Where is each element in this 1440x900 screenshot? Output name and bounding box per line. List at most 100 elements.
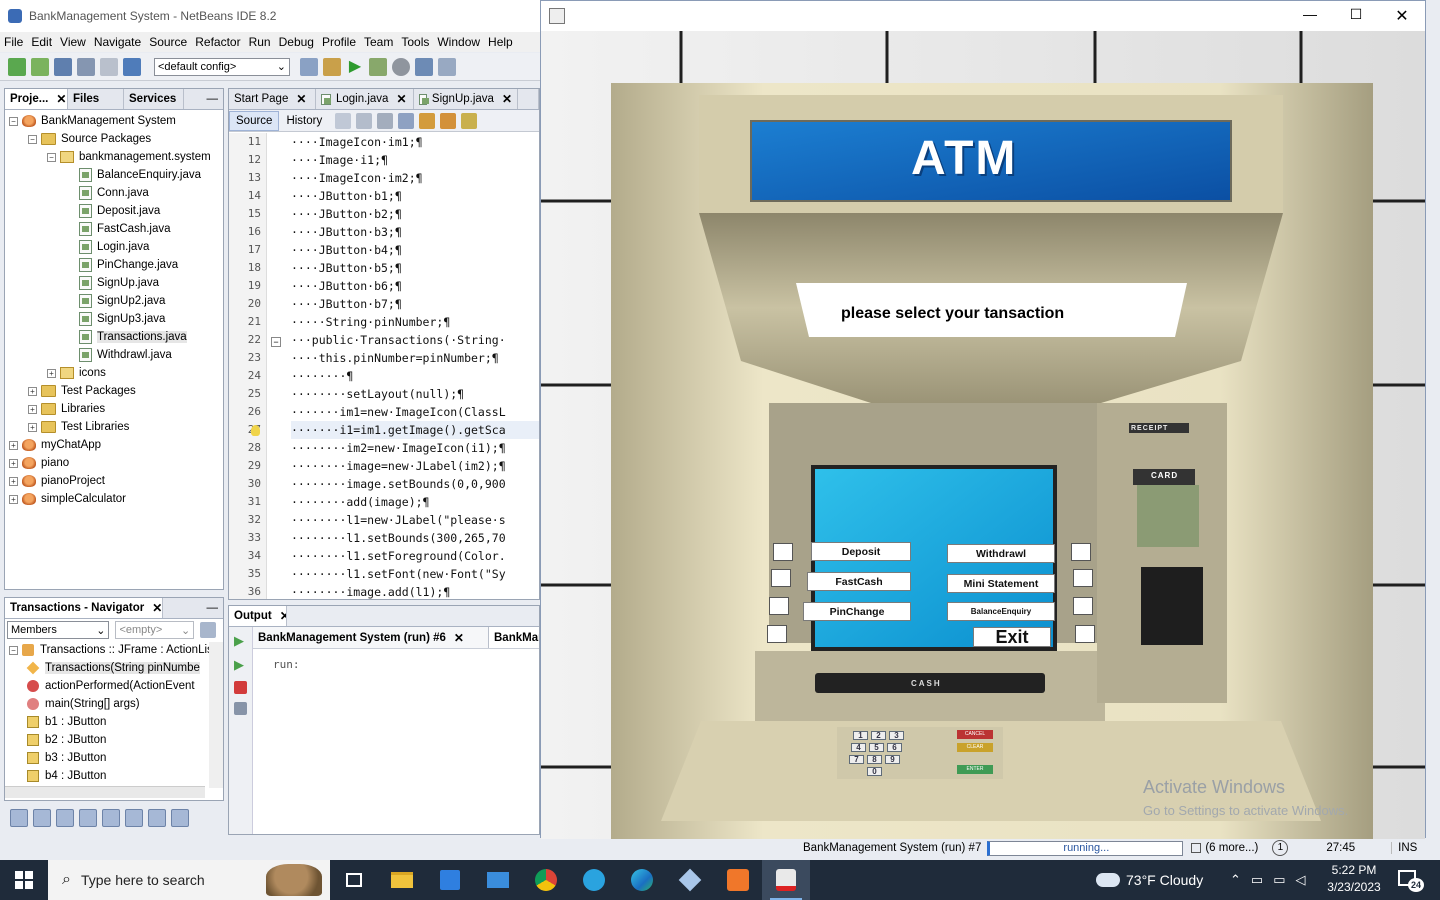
fold-icon[interactable]: − (271, 337, 281, 347)
close-icon[interactable]: ✕ (56, 92, 66, 106)
collapse-icon[interactable]: − (28, 134, 37, 144)
navigator-item[interactable]: b3 : JButton (5, 749, 223, 767)
expand-icon[interactable]: + (9, 476, 18, 486)
expand-icon[interactable]: + (47, 368, 56, 378)
withdrawl-button[interactable]: Withdrawl (947, 544, 1055, 563)
close-icon[interactable]: ✕ (396, 92, 406, 106)
project-tree-item[interactable]: SignUp.java (5, 274, 223, 292)
project-tree-item[interactable]: + icons (5, 364, 223, 382)
navigator-options-icon[interactable] (200, 622, 216, 638)
code-line[interactable]: ····this.pinNumber=pinNumber;¶ (291, 349, 539, 367)
start-button[interactable] (0, 860, 48, 900)
expand-icon[interactable]: + (9, 458, 18, 468)
task-progress[interactable]: running... (987, 840, 1184, 856)
source-button[interactable]: Source (229, 110, 280, 131)
expand-icon[interactable]: + (9, 440, 18, 450)
sort-name-icon[interactable] (148, 809, 166, 827)
project-tree-item[interactable]: BalanceEnquiry.java (5, 166, 223, 184)
network-icon[interactable]: ▭ (1251, 872, 1263, 888)
project-tree-item[interactable]: Conn.java (5, 184, 223, 202)
expand-icon[interactable]: + (9, 494, 18, 504)
project-tree-item[interactable]: SignUp3.java (5, 310, 223, 328)
code-line[interactable]: ····JButton·b3;¶ (291, 223, 539, 241)
search-icon[interactable] (398, 112, 415, 129)
tab-start-page[interactable]: Start Page ✕ (229, 89, 316, 109)
menu-run[interactable]: Run (249, 35, 271, 49)
code-line[interactable]: ········image.setBounds(0,0,900 (291, 475, 539, 493)
tab-overflow[interactable] (518, 89, 539, 109)
close-icon[interactable]: ✕ (152, 601, 162, 615)
tab-signup-java[interactable]: SignUp.java ✕ (414, 89, 518, 109)
file-explorer-icon[interactable] (378, 860, 426, 900)
code-line[interactable]: ····ImageIcon·im2;¶ (291, 169, 539, 187)
tab-output[interactable]: Output ✕ (229, 606, 287, 626)
last-edit-icon[interactable] (377, 112, 394, 129)
cancel-task-icon[interactable] (1191, 843, 1202, 853)
project-tree-item[interactable]: − Source Packages (5, 130, 223, 148)
memory-icon[interactable] (415, 57, 433, 76)
navigator-item[interactable]: − Transactions :: JFrame : ActionLis (5, 641, 223, 659)
virtualbox-icon[interactable] (666, 860, 714, 900)
menu-tools[interactable]: Tools (401, 35, 429, 49)
project-tree-item[interactable]: − BankManagement System (5, 112, 223, 130)
minimize-icon[interactable]: — (184, 89, 223, 109)
code-line[interactable]: ·····String·pinNumber;¶ (291, 313, 539, 331)
project-tree-item[interactable]: SignUp2.java (5, 292, 223, 310)
project-tree-item[interactable]: + simpleCalculator (5, 490, 223, 508)
code-line[interactable]: ···public·Transactions(·String· (291, 331, 539, 349)
tab-navigator[interactable]: Transactions - Navigator ✕ (5, 598, 163, 618)
find-prev-icon[interactable] (419, 112, 436, 129)
code-line[interactable]: ········l1=new·JLabel("please·s (291, 511, 539, 529)
code-line[interactable]: ········¶ (291, 367, 539, 385)
run-icon[interactable]: ▶ (346, 58, 364, 76)
project-tree-item[interactable]: + piano (5, 454, 223, 472)
menu-file[interactable]: File (4, 35, 23, 49)
pinchange-button[interactable]: PinChange (803, 602, 911, 621)
menu-window[interactable]: Window (437, 35, 480, 49)
debug-icon[interactable] (369, 57, 387, 76)
forward-icon[interactable] (356, 112, 373, 129)
toggle-highlight-icon[interactable] (461, 112, 478, 129)
inner-classes-icon[interactable] (102, 809, 120, 827)
code-line[interactable]: ·······im1=new·ImageIcon(ClassL (291, 403, 539, 421)
code-line[interactable]: ····ImageIcon·im1;¶ (291, 133, 539, 151)
fqn-icon[interactable] (125, 809, 143, 827)
save-all-icon[interactable] (77, 57, 95, 76)
lightbulb-hint-icon[interactable] (251, 425, 260, 436)
expand-icon[interactable]: + (28, 422, 37, 432)
mini-statement-button[interactable]: Mini Statement (947, 574, 1055, 593)
tab-projects[interactable]: Proje... ✕ (5, 89, 68, 109)
maximize-icon[interactable]: ☐ (1333, 6, 1379, 26)
project-tree-item[interactable]: − bankmanagement.system (5, 148, 223, 166)
private-icon[interactable] (79, 809, 97, 827)
code-line[interactable]: ········add(image);¶ (291, 493, 539, 511)
menu-team[interactable]: Team (364, 35, 393, 49)
balance-enquiry-button[interactable]: BalanceEnquiry (947, 602, 1055, 621)
display-icon[interactable]: ▭ (1273, 872, 1285, 888)
project-tree-item[interactable]: Withdrawl.java (5, 346, 223, 364)
chevron-up-icon[interactable]: ⌃ (1230, 872, 1241, 888)
code-line[interactable]: ········l1.setFont(new·Font("Sy (291, 565, 539, 583)
exit-button[interactable]: Exit (973, 627, 1051, 647)
deposit-button[interactable]: Deposit (811, 542, 911, 561)
sort-source-icon[interactable] (171, 809, 189, 827)
clock[interactable]: 5:22 PM 3/23/2023 (1322, 863, 1386, 894)
navigator-item[interactable]: Transactions(String pinNumbe (5, 659, 223, 677)
menu-view[interactable]: View (60, 35, 86, 49)
history-button[interactable]: History (279, 111, 329, 131)
task-view-icon[interactable] (330, 860, 378, 900)
navigator-item[interactable]: actionPerformed(ActionEvent (5, 677, 223, 695)
close-icon[interactable]: ✕ (502, 92, 512, 106)
fastcash-button[interactable]: FastCash (807, 572, 911, 591)
tab-services[interactable]: Services (124, 89, 184, 109)
open-project-icon[interactable] (54, 57, 72, 76)
code-line[interactable]: ····JButton·b6;¶ (291, 277, 539, 295)
menu-refactor[interactable]: Refactor (195, 35, 240, 49)
navigator-item[interactable]: main(String[] args) (5, 695, 223, 713)
code-line[interactable]: ·······i1=im1.getImage().getSca (291, 421, 539, 439)
taskbar-search[interactable]: ⌕ Type here to search (48, 860, 330, 900)
code-line[interactable]: ····JButton·b7;¶ (291, 295, 539, 313)
menu-debug[interactable]: Debug (279, 35, 314, 49)
navigator-item[interactable]: b2 : JButton (5, 731, 223, 749)
notification-badge[interactable]: 1 (1272, 840, 1289, 856)
